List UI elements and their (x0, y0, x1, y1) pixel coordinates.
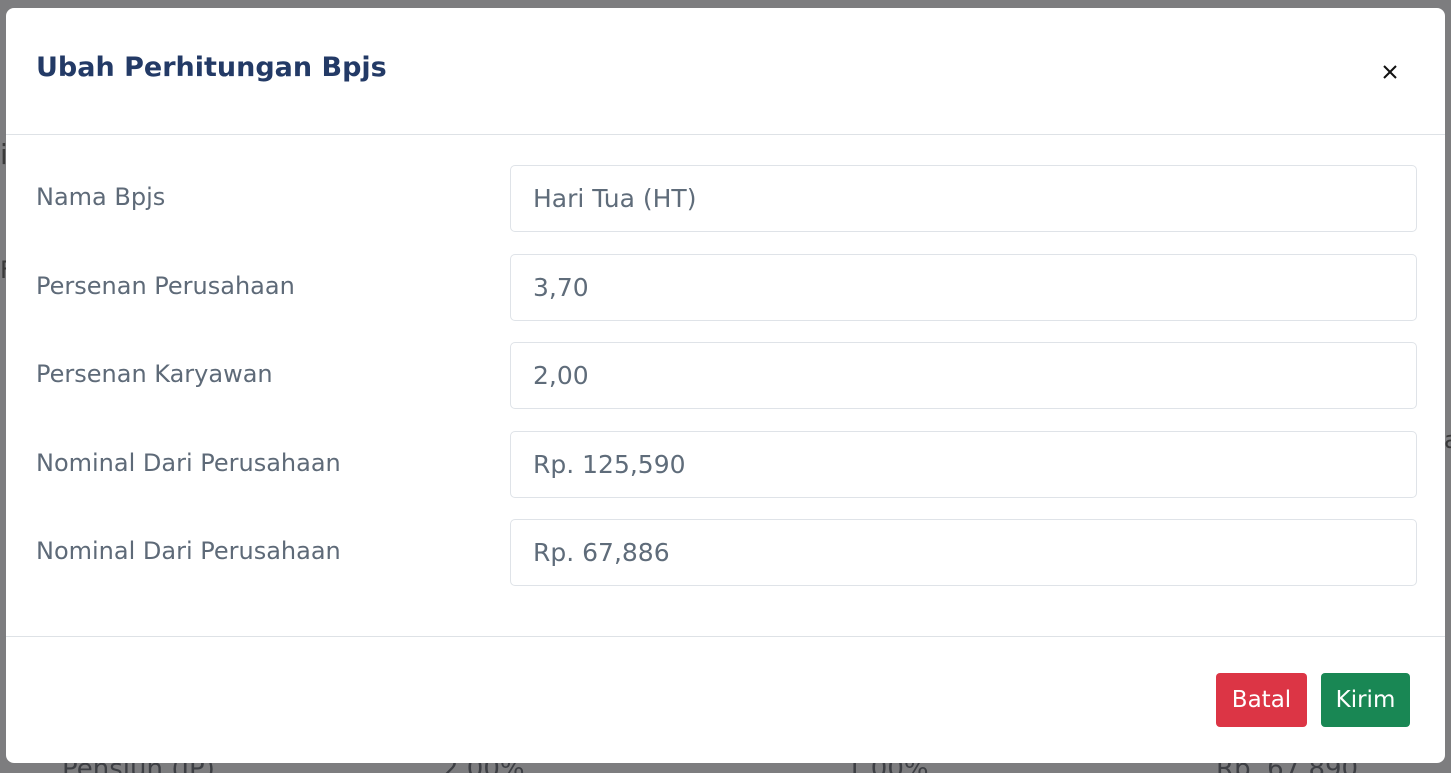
close-button[interactable] (1372, 58, 1408, 86)
field-label-nominal-perusahaan: Nominal Dari Perusahaan (36, 449, 341, 477)
form-row-nama-bpjs: Nama Bpjs (6, 165, 1445, 232)
persenan-karyawan-input[interactable] (510, 342, 1417, 409)
field-label-nominal-karyawan: Nominal Dari Perusahaan (36, 537, 341, 565)
persenan-perusahaan-input[interactable] (510, 254, 1417, 321)
field-label-persenan-perusahaan: Persenan Perusahaan (36, 272, 295, 300)
cancel-button[interactable]: Batal (1216, 673, 1307, 727)
form-row-persenan-perusahaan: Persenan Perusahaan (6, 254, 1445, 321)
form-row-persenan-karyawan: Persenan Karyawan (6, 342, 1445, 409)
form-row-nominal-karyawan: Nominal Dari Perusahaan (6, 519, 1445, 586)
form-row-nominal-perusahaan: Nominal Dari Perusahaan (6, 431, 1445, 498)
nominal-karyawan-input[interactable] (510, 519, 1417, 586)
modal-body: Nama Bpjs Persenan Perusahaan Persenan K… (6, 135, 1445, 637)
nama-bpjs-input[interactable] (510, 165, 1417, 232)
nominal-perusahaan-input[interactable] (510, 431, 1417, 498)
modal-header: Ubah Perhitungan Bpjs (6, 8, 1445, 135)
modal-title: Ubah Perhitungan Bpjs (36, 52, 387, 83)
edit-bpjs-modal: Ubah Perhitungan Bpjs Nama Bpjs Persenan… (6, 8, 1445, 763)
background-text-fragment: a (1444, 426, 1451, 454)
field-label-persenan-karyawan: Persenan Karyawan (36, 360, 273, 388)
submit-button[interactable]: Kirim (1321, 673, 1410, 727)
close-icon (1383, 65, 1397, 79)
field-label-nama-bpjs: Nama Bpjs (36, 183, 166, 211)
